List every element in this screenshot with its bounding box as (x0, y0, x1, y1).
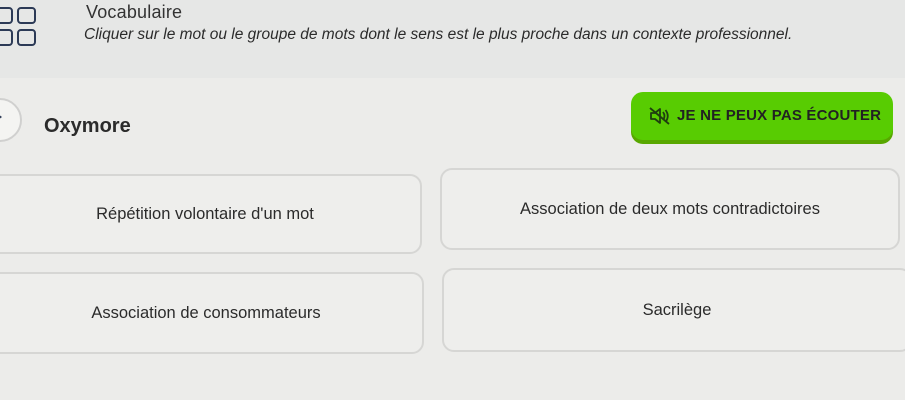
instruction-text: Cliquer sur le mot ou le groupe de mots … (84, 26, 793, 43)
prompt-term: Oxymore (44, 115, 131, 137)
cant-listen-button[interactable]: JE NE PEUX PAS ÉCOUTER (631, 92, 893, 140)
exercise-page: Vocabulaire Cliquer sur le mot ou le gro… (0, 0, 905, 400)
answer-option-3[interactable]: Association de consommateurs (0, 272, 424, 354)
answer-option-label: Répétition volontaire d'un mot (96, 204, 314, 223)
answer-option-label: Sacrilège (642, 300, 712, 319)
mute-speaker-icon (649, 107, 670, 125)
prompt-row: Oxymore JE NE PEUX PAS ÉCOUTER (0, 92, 905, 158)
play-icon (0, 111, 2, 123)
answer-option-label: Association de deux mots contradictoires (520, 199, 820, 218)
cant-listen-label: JE NE PEUX PAS ÉCOUTER (677, 107, 882, 124)
answer-option-label: Association de consommateurs (91, 303, 321, 322)
exercise-header: Vocabulaire Cliquer sur le mot ou le gro… (0, 0, 905, 78)
answer-option-4[interactable]: Sacrilège (442, 268, 905, 352)
play-audio-button[interactable] (0, 98, 22, 142)
answer-option-1[interactable]: Répétition volontaire d'un mot (0, 174, 422, 254)
answer-option-2[interactable]: Association de deux mots contradictoires (440, 168, 900, 250)
section-title: Vocabulaire (86, 2, 183, 22)
grid-icon (0, 7, 40, 49)
